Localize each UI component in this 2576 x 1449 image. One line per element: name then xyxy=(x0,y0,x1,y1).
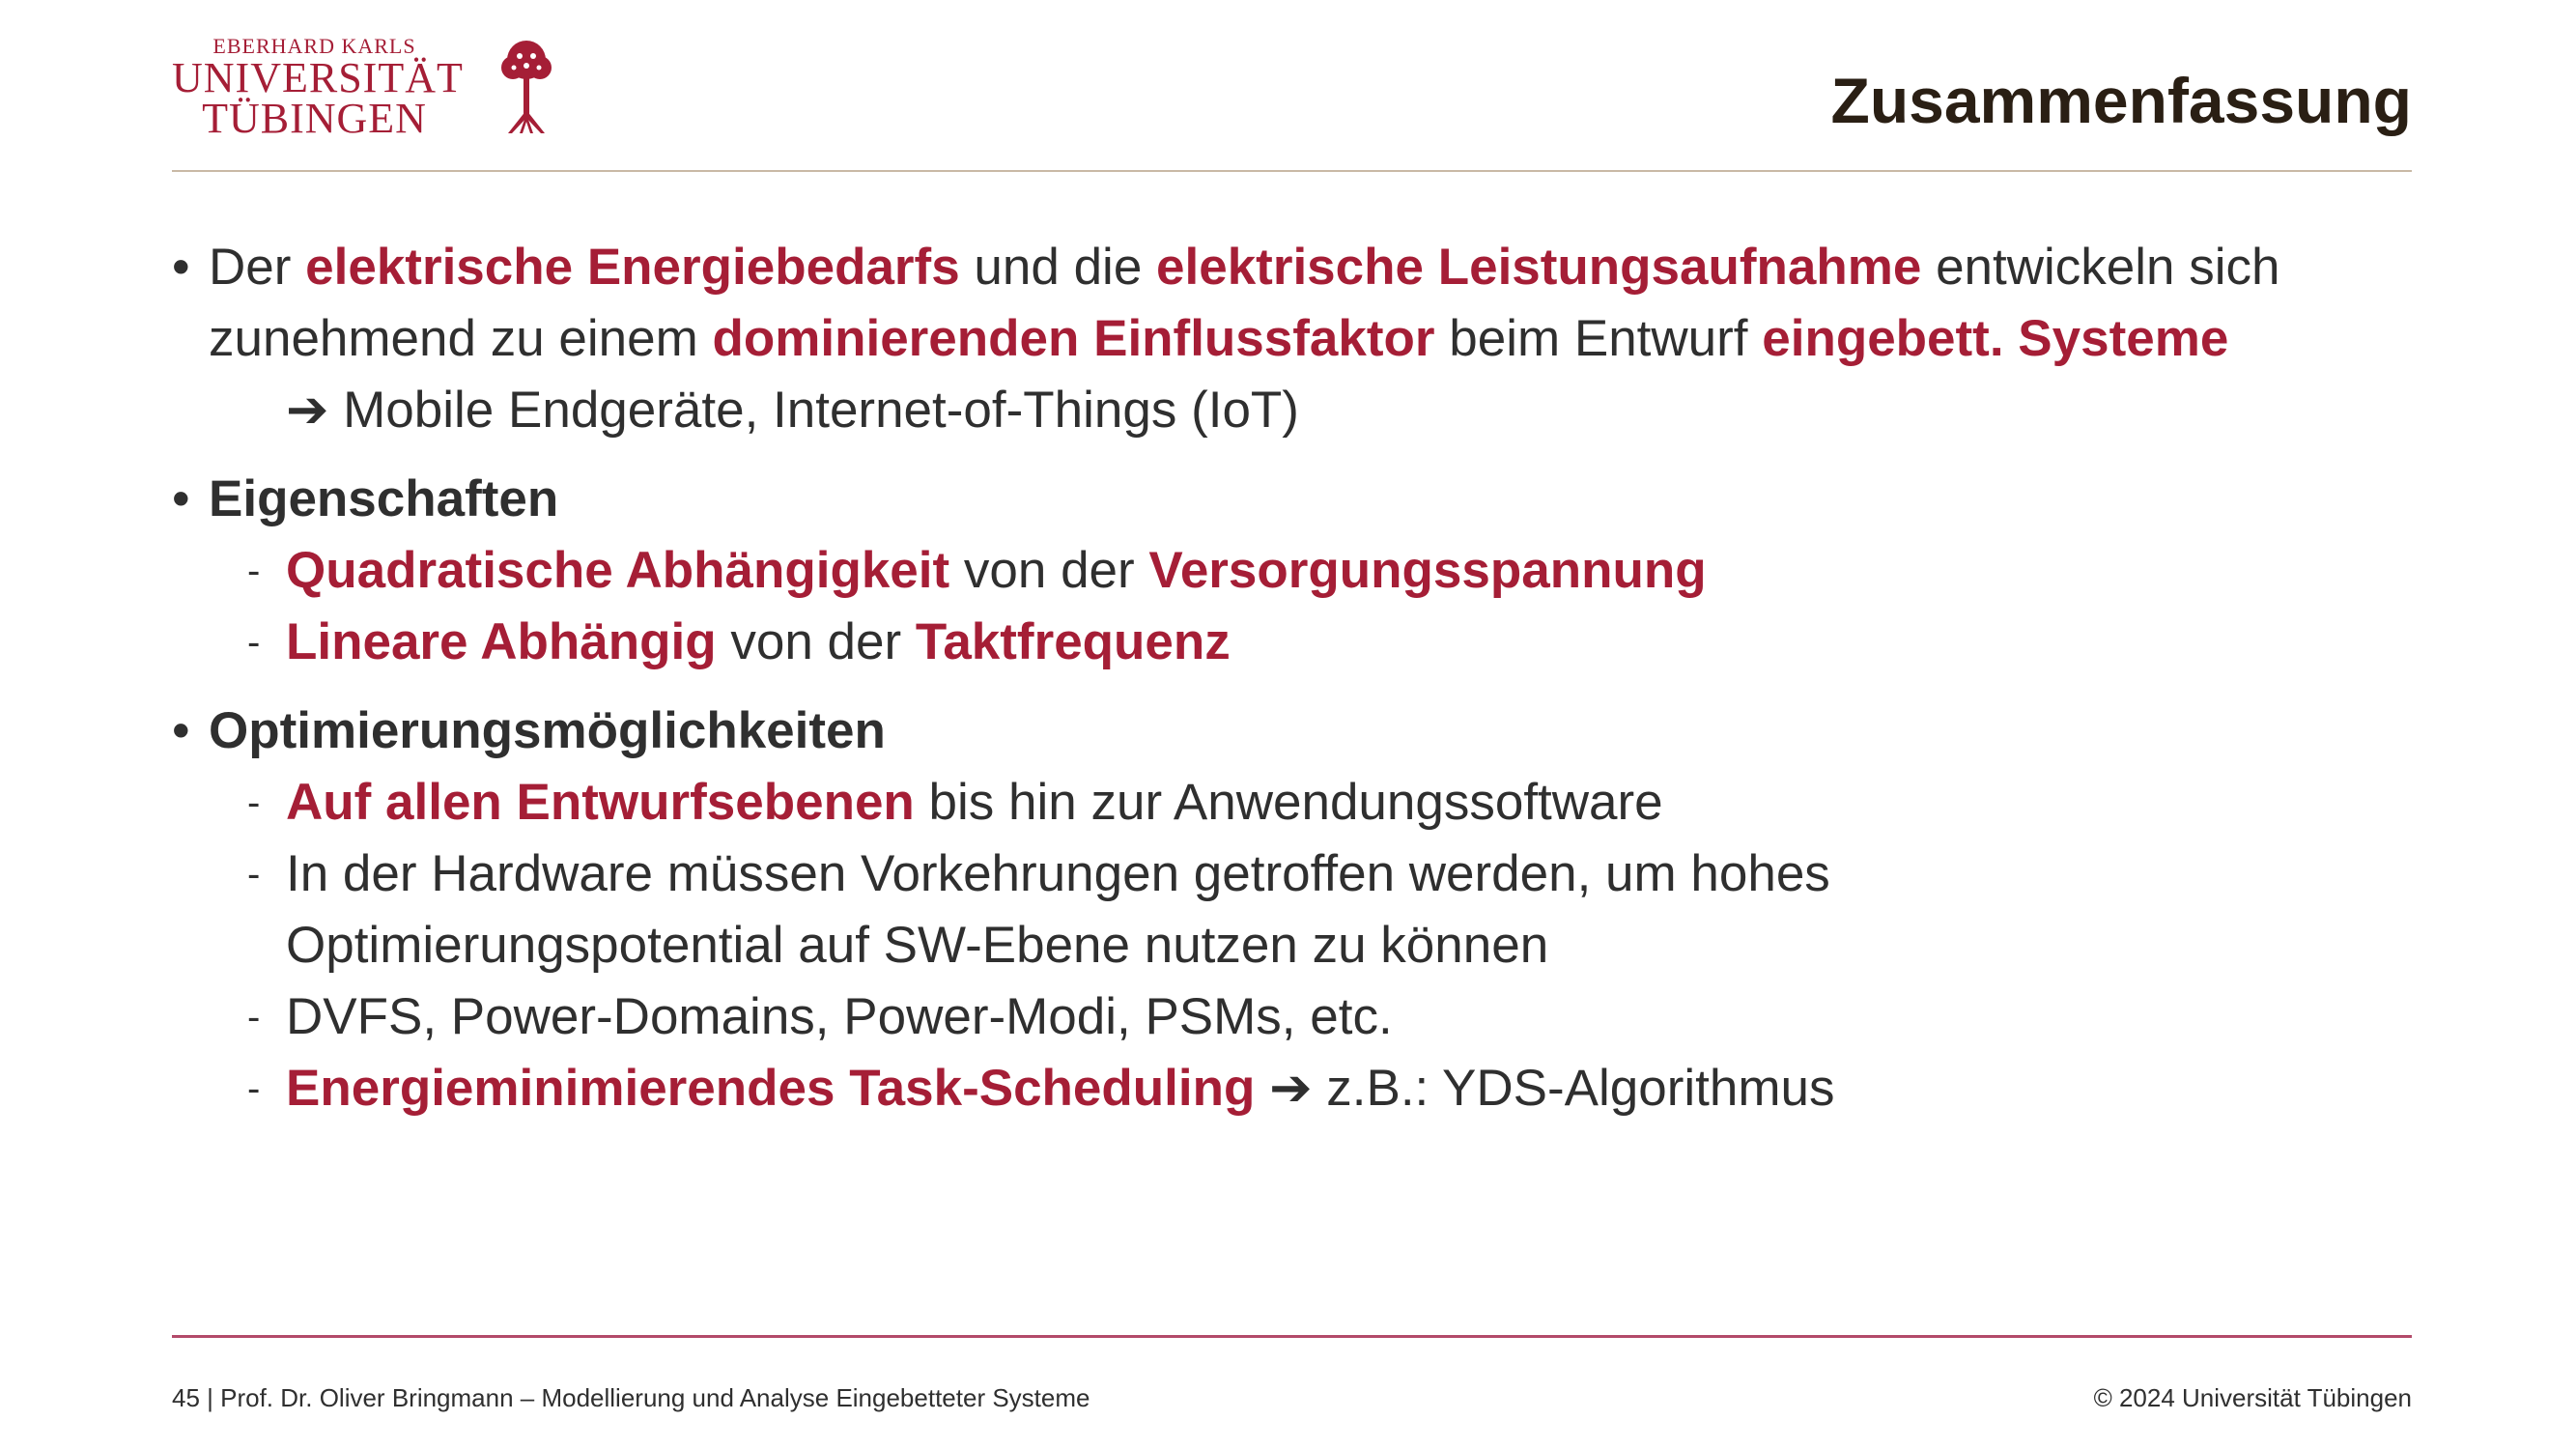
arrow-right-icon: ➔ xyxy=(1269,1060,1313,1117)
dash-marker: - xyxy=(247,621,261,664)
footer-right: © 2024 Universität Tübingen xyxy=(2093,1383,2412,1412)
footer-divider xyxy=(172,1335,2412,1338)
dash-marker: - xyxy=(247,1067,261,1110)
logo-wordmark: EBERHARD KARLS UNIVERSITÄT TÜBINGEN xyxy=(172,35,464,142)
arrow-right-icon: ➔ xyxy=(286,382,329,439)
highlight: Energieminimierendes Task-Scheduling xyxy=(286,1060,1256,1117)
arrow-line: ➔ Mobile Endgeräte, Internet-of-Things (… xyxy=(209,375,2422,446)
bullet-heading: Optimierungsmöglichkeiten xyxy=(209,702,886,759)
highlight: Versorgungsspannung xyxy=(1148,542,1707,599)
text: beim Entwurf xyxy=(1434,310,1763,367)
highlight-energiebedarf: elektrische Energiebedarfs xyxy=(305,239,960,296)
sub-item: - In der Hardware müssen Vorkehrungen ge… xyxy=(172,838,2121,981)
highlight-leistungsaufnahme: elektrische Leistungsaufnahme xyxy=(1156,239,1922,296)
text: Mobile Endgeräte, Internet-of-Things (Io… xyxy=(328,382,1299,439)
text: Der xyxy=(209,239,306,296)
sub-item: - DVFS, Power-Domains, Power-Modi, PSMs,… xyxy=(172,981,2422,1053)
dash-marker: - xyxy=(247,853,261,895)
text: In der Hardware müssen Vorkehrungen getr… xyxy=(286,845,1830,974)
bullet-marker: • xyxy=(172,702,190,759)
highlight: Auf allen Entwurfsebenen xyxy=(286,774,915,831)
bullet-marker: • xyxy=(172,239,190,296)
bullet-eigenschaften: • Eigenschaften xyxy=(172,464,2422,535)
sub-item: - Energieminimierendes Task-Scheduling ➔… xyxy=(172,1053,2422,1124)
text: von der xyxy=(716,613,916,670)
sub-item: - Lineare Abhängig von der Taktfrequenz xyxy=(172,607,2422,678)
highlight: Quadratische Abhängigkeit xyxy=(286,542,950,599)
text: und die xyxy=(959,239,1157,296)
text: z.B.: YDS-Algorithmus xyxy=(1312,1060,1835,1117)
sub-item: - Auf allen Entwurfsebenen bis hin zur A… xyxy=(172,767,2422,838)
bullet-marker: • xyxy=(172,470,190,527)
highlight: Lineare Abhängig xyxy=(286,613,717,670)
logo-line-3: TÜBINGEN xyxy=(202,95,427,142)
tree-icon xyxy=(501,41,552,133)
text: von der xyxy=(949,542,1149,599)
footer-left: 45 | Prof. Dr. Oliver Bringmann – Modell… xyxy=(172,1383,1090,1412)
bullet-energy: • Der elektrische Energiebedarfs und die… xyxy=(172,232,2422,446)
dash-marker: - xyxy=(247,550,261,592)
dash-marker: - xyxy=(247,996,261,1038)
logo-line-2: UNIVERSITÄT xyxy=(172,54,464,101)
bullet-optimierung: • Optimierungsmöglichkeiten xyxy=(172,696,2422,767)
slide-content: • Der elektrische Energiebedarfs und die… xyxy=(172,232,2422,1124)
slide-title: Zusammenfassung xyxy=(1830,65,2412,136)
dash-marker: - xyxy=(247,781,261,824)
sub-item: - Quadratische Abhängigkeit von der Vers… xyxy=(172,535,2422,607)
highlight: Taktfrequenz xyxy=(915,613,1231,670)
university-logo: EBERHARD KARLS UNIVERSITÄT TÜBINGEN xyxy=(172,35,578,141)
highlight-einflussfaktor: dominierenden Einflussfaktor xyxy=(712,310,1435,367)
text: DVFS, Power-Domains, Power-Modi, PSMs, e… xyxy=(286,988,1393,1045)
bullet-heading: Eigenschaften xyxy=(209,470,559,527)
highlight-eingebettete-systeme: eingebett. Systeme xyxy=(1762,310,2229,367)
text: bis hin zur Anwendungssoftware xyxy=(914,774,1663,831)
header-divider xyxy=(172,170,2412,172)
